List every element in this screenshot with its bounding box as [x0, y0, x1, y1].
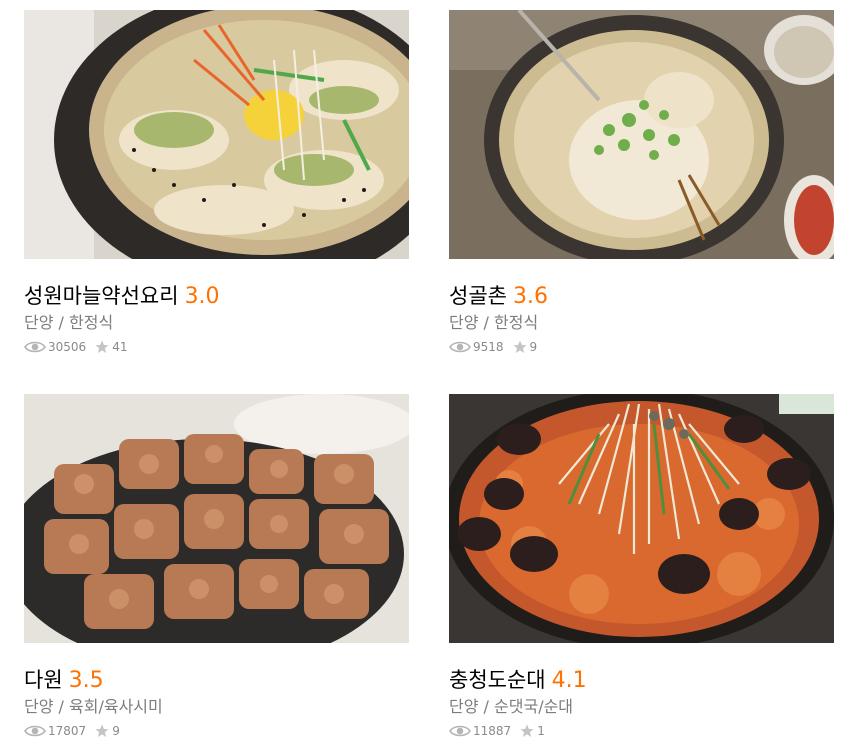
restaurant-photo[interactable] — [24, 394, 409, 643]
restaurant-score: 3.5 — [68, 668, 104, 693]
grilled-meat-cubes-photo — [24, 394, 409, 643]
sundae-hotpot-photo — [449, 394, 834, 643]
title-row: 성골촌 3.6 — [449, 281, 834, 311]
restaurant-meta: 단양 / 한정식 — [449, 312, 834, 334]
boiled-pork-platter-photo — [24, 10, 409, 259]
restaurant-name[interactable]: 다원 — [24, 668, 63, 692]
separator: / — [483, 313, 489, 332]
area-label: 단양 — [449, 697, 479, 716]
restaurant-card[interactable]: 다원 3.5 단양 / 육회/육사시미 17807 9 — [24, 394, 409, 740]
eye-icon — [449, 341, 471, 353]
eye-icon — [24, 725, 46, 737]
star-icon — [513, 340, 527, 353]
restaurant-score: 3.0 — [184, 284, 220, 309]
review-count: 1 — [537, 724, 545, 738]
category-label: 한정식 — [494, 313, 539, 332]
category-label: 육회/육사시미 — [69, 697, 163, 716]
review-count: 9 — [112, 724, 120, 738]
view-count: 9518 — [473, 340, 504, 354]
star-icon — [95, 724, 109, 737]
restaurant-name[interactable]: 성골촌 — [449, 284, 507, 308]
restaurant-card[interactable]: 성원마늘약선요리 3.0 단양 / 한정식 30506 41 — [24, 10, 409, 356]
category-label: 한정식 — [69, 313, 114, 332]
restaurant-stats: 30506 41 — [24, 338, 409, 356]
restaurant-stats: 11887 1 — [449, 722, 834, 740]
restaurant-meta: 단양 / 육회/육사시미 — [24, 696, 409, 718]
area-label: 단양 — [449, 313, 479, 332]
category-label: 순댓국/순대 — [494, 697, 574, 716]
view-count: 11887 — [473, 724, 512, 738]
separator: / — [58, 697, 64, 716]
restaurant-card[interactable]: 충청도순대 4.1 단양 / 순댓국/순대 11887 1 — [449, 394, 834, 740]
review-count: 9 — [529, 340, 538, 354]
restaurant-photo[interactable] — [24, 10, 409, 259]
restaurant-stats: 9518 9 — [449, 338, 834, 356]
title-row: 충청도순대 4.1 — [449, 665, 834, 695]
restaurant-name[interactable]: 성원마늘약선요리 — [24, 284, 179, 308]
separator: / — [483, 697, 489, 716]
restaurant-card[interactable]: 성골촌 3.6 단양 / 한정식 9518 9 — [449, 10, 834, 356]
restaurant-meta: 단양 / 순댓국/순대 — [449, 696, 834, 718]
restaurant-photo[interactable] — [449, 10, 834, 259]
star-icon — [520, 724, 534, 737]
title-row: 성원마늘약선요리 3.0 — [24, 281, 409, 311]
restaurant-stats: 17807 9 — [24, 722, 409, 740]
chicken-soup-pot-photo — [449, 10, 834, 259]
area-label: 단양 — [24, 313, 54, 332]
title-row: 다원 3.5 — [24, 665, 409, 695]
area-label: 단양 — [24, 697, 54, 716]
star-icon — [95, 340, 109, 353]
view-count: 30506 — [48, 340, 87, 354]
eye-icon — [24, 341, 46, 353]
restaurant-score: 3.6 — [512, 284, 548, 309]
review-count: 41 — [112, 340, 128, 354]
separator: / — [58, 313, 64, 332]
restaurant-photo[interactable] — [449, 394, 834, 643]
restaurant-score: 4.1 — [551, 668, 587, 693]
eye-icon — [449, 725, 471, 737]
restaurant-name[interactable]: 충청도순대 — [449, 668, 546, 692]
restaurant-meta: 단양 / 한정식 — [24, 312, 409, 334]
view-count: 17807 — [48, 724, 87, 738]
